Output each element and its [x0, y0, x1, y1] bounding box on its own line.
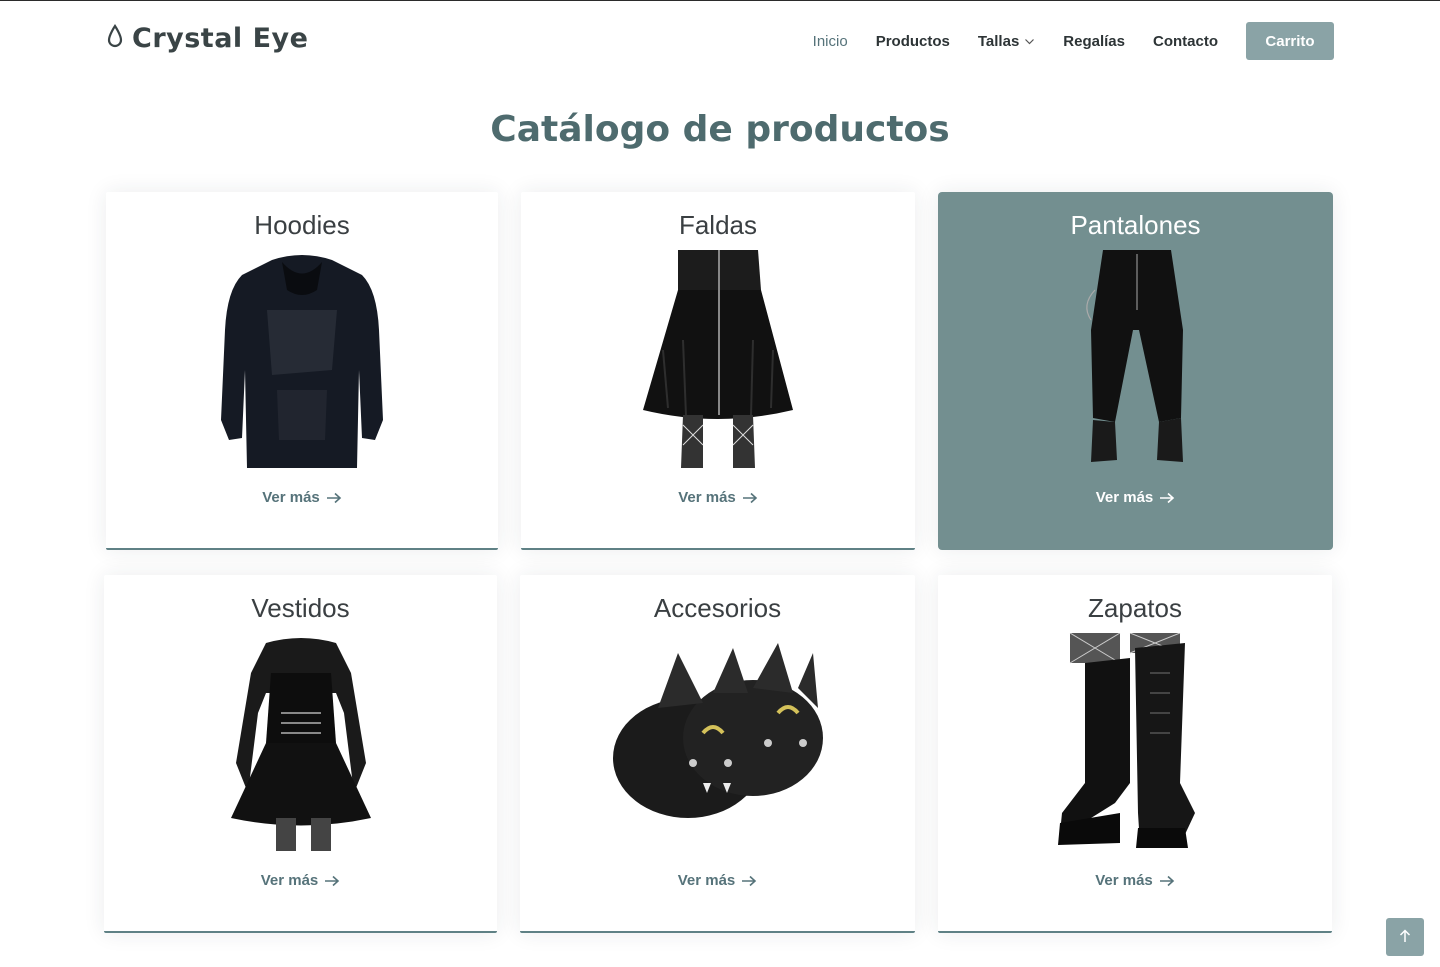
chevron-down-icon	[1024, 36, 1035, 47]
skirt-image	[603, 250, 833, 468]
site-header: Crystal Eye Inicio Productos Tallas Rega…	[0, 1, 1440, 83]
ver-mas-link[interactable]: Ver más	[521, 489, 915, 506]
boots-image	[1020, 633, 1250, 851]
nav-item-tallas[interactable]: Tallas	[978, 33, 1035, 50]
card-title: Hoodies	[254, 210, 350, 240]
link-label: Ver más	[260, 872, 319, 889]
cart-button[interactable]: Carrito	[1246, 22, 1334, 60]
ver-mas-link[interactable]: Ver más	[938, 872, 1332, 889]
arrow-right-icon	[326, 492, 342, 504]
arrow-right-icon	[741, 875, 757, 887]
card-title: Zapatos	[1088, 593, 1182, 623]
dress-image	[186, 633, 416, 851]
arrow-up-icon	[1399, 928, 1411, 947]
brand-logo[interactable]: Crystal Eye	[106, 23, 308, 54]
arrow-right-icon	[324, 875, 340, 887]
hoodie-image	[187, 250, 417, 468]
ver-mas-link[interactable]: Ver más	[938, 489, 1333, 506]
card-title: Faldas	[678, 210, 758, 240]
category-card-accesorios[interactable]: Accesorios Ver más	[520, 575, 915, 933]
bat-slippers-image	[603, 633, 833, 851]
arrow-right-icon	[1159, 492, 1175, 504]
ver-mas-link[interactable]: Ver más	[520, 872, 915, 889]
main-nav: Inicio Productos Tallas Regalías Contact…	[813, 22, 1334, 60]
link-label: Ver más	[677, 872, 736, 889]
card-title: Vestidos	[251, 593, 350, 623]
nav-item-contacto[interactable]: Contacto	[1153, 33, 1218, 50]
category-card-faldas[interactable]: Faldas Ver más	[521, 192, 915, 550]
category-card-zapatos[interactable]: Zapatos Ver más	[938, 575, 1332, 933]
nav-item-label: Tallas	[977, 32, 1020, 50]
link-label: Ver más	[1095, 489, 1154, 506]
pants-image	[1021, 250, 1251, 468]
link-label: Ver más	[678, 489, 736, 506]
nav-item-regalias[interactable]: Regalías	[1063, 33, 1125, 50]
category-card-pantalones[interactable]: Pantalones Ver más	[938, 192, 1333, 550]
card-title: Accesorios	[653, 593, 782, 623]
link-label: Ver más	[1095, 872, 1153, 889]
ver-mas-link[interactable]: Ver más	[104, 872, 497, 889]
page-title: Catálogo de productos	[490, 109, 950, 150]
category-card-vestidos[interactable]: Vestidos Ver más	[104, 575, 497, 933]
arrow-right-icon	[742, 492, 758, 504]
nav-item-inicio[interactable]: Inicio	[813, 33, 848, 50]
brand-name: Crystal Eye	[132, 23, 309, 54]
ver-mas-link[interactable]: Ver más	[106, 489, 498, 506]
nav-item-productos[interactable]: Productos	[876, 33, 950, 50]
link-label: Ver más	[262, 489, 320, 506]
arrow-right-icon	[1159, 875, 1175, 887]
category-card-hoodies[interactable]: Hoodies Ver más	[106, 192, 498, 550]
card-title: Pantalones	[1070, 210, 1201, 240]
back-to-top-button[interactable]	[1386, 918, 1424, 956]
drop-icon	[106, 23, 124, 54]
